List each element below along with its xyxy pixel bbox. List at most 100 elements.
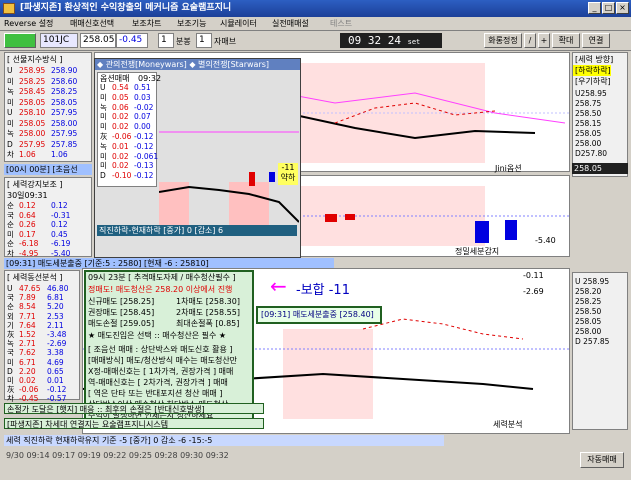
clock: 09 32 24 set <box>340 33 442 48</box>
table-row: 국 7.62 3.38 <box>7 348 64 358</box>
list-item: D257.80 <box>575 149 608 158</box>
time-axis: 9/30 09:14 09:17 09:19 09:22 09:25 09:28… <box>6 451 229 460</box>
table-row: 녹 0.06 -0.02 <box>100 102 154 112</box>
popup-side-val: -11 <box>281 163 295 172</box>
futures-footer: [00시 00분] [초음선 <box>4 164 92 175</box>
direction-panel-2: U 258.95 258.20 258.25 258.50 258.05 258.00 D … <box>572 272 628 430</box>
list-item: 258.05 <box>575 129 602 138</box>
table-time: 30일09:31 <box>7 191 48 200</box>
table-row: 순 0.12 0.12 <box>7 201 68 210</box>
chart-value: -5.40 <box>535 236 556 245</box>
app-icon <box>3 3 15 14</box>
menu-item-subchart[interactable]: 보조차트 <box>132 18 161 30</box>
chart-label: 정밀세분감지 <box>455 247 500 256</box>
strategy-line6: ★ 매도진입은 선택 :: 매수청산은 필수 ★ <box>88 331 227 340</box>
table-row: 미 0.02 -0.061 <box>100 151 159 161</box>
table-row: 차 1.06 1.06 <box>7 150 68 159</box>
toolbar: 101JC 258.05 -0.45 1 분봉 1 자매브 화롱정정 / + 확… <box>0 31 631 51</box>
menu-item-simulator[interactable]: 시뮬레이터 <box>220 18 257 30</box>
minimize-button[interactable]: _ <box>588 2 601 14</box>
table-row: 녹 258.00 257.95 <box>7 129 78 138</box>
direction-val: 258.05 <box>572 163 628 174</box>
strategy-s4: 역-매매신호는 [ 2차가격, 권장가격 ] 매매 <box>88 378 228 387</box>
popup-title: ◆ 관의전쟁[Moneywars] ◆ 별의전쟁[Starwars] <box>95 59 300 70</box>
table-row: 미 258.25 258.60 <box>7 76 78 86</box>
strategy-l3a: 신규매도 [258.25] <box>88 297 155 306</box>
arrow-icon: ← <box>270 274 287 298</box>
callout-text: -보합 -11 <box>296 283 350 298</box>
table-row: 灰 -0.06 -0.12 <box>7 385 67 395</box>
table-row: 미 0.02 0.00 <box>100 122 151 132</box>
table-row: D 2.20 0.65 <box>7 366 64 376</box>
table-row: 외 7.71 2.53 <box>7 311 64 321</box>
strategy-s5: [ 역은 단타 또는 반대포지션 청산 매매 ] <box>88 389 223 398</box>
table-row: 미 6.71 4.69 <box>7 357 64 367</box>
table-row: 순 8.54 5.20 <box>7 302 64 312</box>
table-row: 미 258.05 258.00 <box>7 118 78 128</box>
strategy-s1: [ 조음선 매매 : 상단박스와 매도신호 활용 ] <box>88 345 233 354</box>
strategy-line1: 09시 23분 [ 추격매도자제 / 매수청산필수 ] <box>88 273 236 282</box>
callout-box: [09:31] 매도세분출중 [258.40] <box>256 306 382 324</box>
strategy-l5b: 최대손절폭 [0.85] <box>176 319 240 328</box>
list-item: U 258.95 <box>575 277 610 286</box>
strategy-line2: 정매도! 매도청산은 258.20 이상에서 진행 <box>88 285 233 294</box>
menu-item-signal[interactable]: 매매신호선택 <box>70 18 114 30</box>
chart-value-2: -2.69 <box>523 287 544 296</box>
close-button[interactable]: × <box>616 2 629 14</box>
count-unit: 자매브 <box>214 37 237 46</box>
menu-item-test[interactable]: 테스트 <box>330 18 352 30</box>
warn-line: 손절가 도달은 [햇지] 매응 :: 최후의 손절은 [반대신호발생] <box>4 403 264 414</box>
strategy-s2: [매매방식] 매도/청산방식 매수는 매도청산만 <box>88 356 238 365</box>
menu-bar: Reverse 설정 매매신호선택 보조차트 보조기능 시뮬레이터 실전매매설 … <box>0 17 631 31</box>
table-row: U 47.65 46.80 <box>7 284 69 293</box>
price-field: 258.05 <box>80 33 116 48</box>
popup-chart-svg <box>159 131 299 232</box>
tag-line: [파생지존] 차세대 연결지는 요술램프지니시스템 <box>4 418 264 429</box>
table-row: U 258.95 258.90 <box>7 66 78 75</box>
link-button[interactable]: 연결 <box>582 33 610 48</box>
chart-label: Jini옵션 <box>495 164 522 173</box>
strategy-l3b: 1차매도 [258.30] <box>176 297 240 306</box>
table-row: 미 0.02 -0.13 <box>100 161 154 171</box>
period-unit: 분봉 <box>176 37 191 46</box>
table-row: 미 0.02 0.07 <box>100 112 151 122</box>
popup-side-sub: 약하 <box>280 173 296 182</box>
list-item: 258.20 <box>575 287 602 296</box>
menu-item-reverse[interactable]: Reverse 설정 <box>4 18 53 30</box>
table-row: 灰 -0.06 -0.12 <box>100 132 154 141</box>
list-item: D 257.85 <box>575 337 610 346</box>
list-item: 258.25 <box>575 297 602 306</box>
list-item: 258.00 <box>575 327 602 336</box>
list-item: 258.15 <box>575 119 602 128</box>
plus-button[interactable]: + <box>538 33 550 48</box>
table-row: D -0.10 -0.12 <box>100 171 154 181</box>
popup-side-label: -11 약하 <box>278 163 298 185</box>
flow-table: [ 세력동선분석 ] U 47.65 46.80 국 7.89 6.81 순 8.54 5.20… <box>4 270 80 403</box>
list-item: U258.95 <box>575 89 607 98</box>
table-row: 미 258.05 258.05 <box>7 97 78 107</box>
slash-button[interactable]: / <box>524 33 536 48</box>
zoom-button[interactable]: 확대 <box>552 33 580 48</box>
table-row: 순 -6.18 -6.19 <box>7 239 71 248</box>
menu-item-live[interactable]: 실전매매설 <box>272 18 309 30</box>
strategy-l4b: 2차매도 [258.55] <box>176 308 240 317</box>
table-row: 차 -4.95 -5.40 <box>7 248 71 258</box>
maximize-button[interactable]: □ <box>602 2 615 14</box>
table-title: [ 세력강지보조 ] <box>7 180 63 189</box>
direction-sub: [하락하락] <box>573 65 611 76</box>
list-item: 258.50 <box>575 109 602 118</box>
clock-time: 09 32 24 <box>348 34 401 47</box>
window-title: [파생지존] 환상적인 수익창출의 메커니즘 요술램프지니 <box>20 3 232 13</box>
refresh-button[interactable]: 화롱정정 <box>484 33 522 48</box>
level-meter <box>4 33 36 48</box>
direction-sub2: [우기하락] <box>575 77 611 86</box>
popup-bottom: 직진하락-현재하락 [중가] 0 [감소] 6 <box>97 225 297 236</box>
code-select[interactable]: 101JC <box>40 33 78 48</box>
menu-item-aux[interactable]: 보조기능 <box>177 18 206 30</box>
table-row: 灰 1.52 -3.48 <box>7 330 67 339</box>
chart-label: 세력분석 <box>493 420 523 429</box>
period-field[interactable]: 1 <box>158 33 174 48</box>
table-row: D 257.95 257.85 <box>7 139 78 149</box>
auto-trade-button[interactable]: 자동매매 <box>580 452 624 468</box>
count-field[interactable]: 1 <box>196 33 212 48</box>
